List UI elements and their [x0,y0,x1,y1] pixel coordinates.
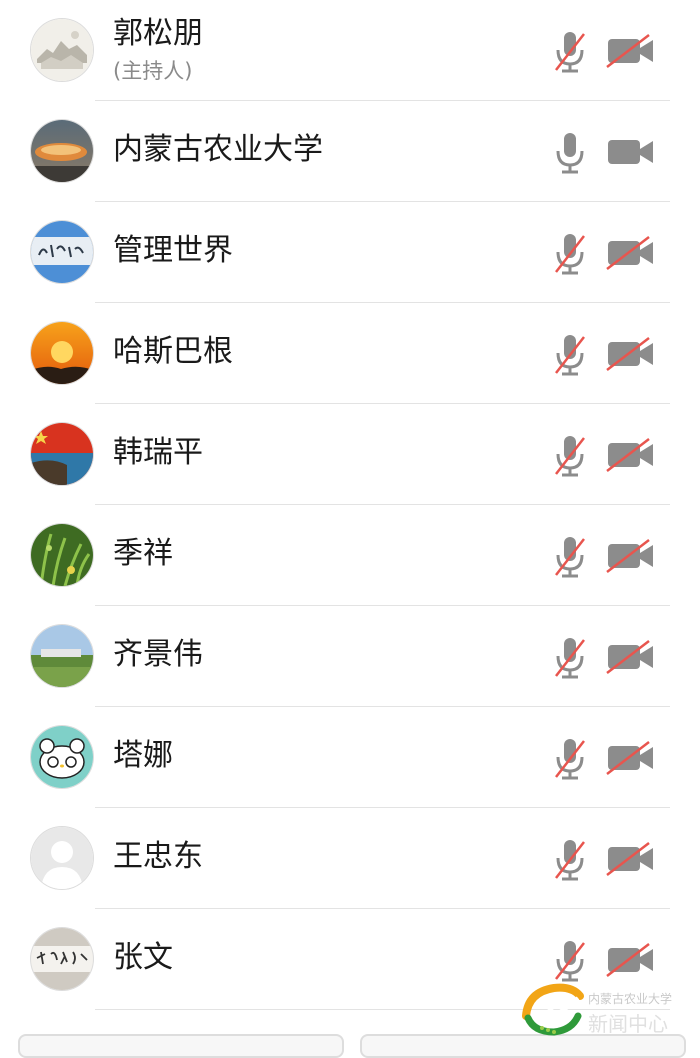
participant-name: 齐景伟 [113,637,203,672]
participant-row[interactable]: 季祥 [0,505,700,606]
participant-name: 塔娜 [113,738,173,773]
camera-off-icon[interactable] [605,235,657,271]
bottom-left-button[interactable] [18,1034,344,1058]
participant-name: 哈斯巴根 [113,334,233,369]
avatar [31,827,93,889]
avatar [31,322,93,384]
mic-muted-icon[interactable] [552,535,588,579]
camera-off-icon[interactable] [605,942,657,978]
camera-off-icon[interactable] [605,437,657,473]
avatar [31,19,93,81]
watermark-text: 内蒙古农业大学 [588,992,673,1006]
mic-muted-icon[interactable] [552,636,588,680]
participant-name: 王忠东 [113,839,203,874]
participant-row[interactable]: 管理世界 [0,202,700,303]
camera-icon[interactable] [605,134,657,170]
avatar [31,625,93,687]
camera-off-icon[interactable] [605,740,657,776]
watermark-text: 新闻中心 [588,1012,668,1036]
camera-off-icon[interactable] [605,33,657,69]
participant-row[interactable]: 内蒙古农业大学 [0,101,700,202]
avatar [31,726,93,788]
mic-muted-icon[interactable] [552,232,588,276]
mic-muted-icon[interactable] [552,30,588,74]
participant-name: 郭松朋 [113,16,203,51]
avatar [31,221,93,283]
participant-row[interactable]: 郭松朋 (主持人) [0,0,700,101]
mic-muted-icon[interactable] [552,434,588,478]
participant-name: 管理世界 [113,233,233,268]
mic-muted-icon[interactable] [552,333,588,377]
avatar [31,928,93,990]
participant-name: 内蒙古农业大学 [113,132,323,167]
camera-off-icon[interactable] [605,538,657,574]
camera-off-icon[interactable] [605,336,657,372]
avatar [31,120,93,182]
watermark-logo: 内蒙古农业大学 新闻中心 [520,980,700,1040]
participant-list: 郭松朋 (主持人) 内蒙古农业大学 管理世界 哈斯巴根 韩瑞平 季祥 齐景伟 塔… [0,0,700,1010]
avatar [31,423,93,485]
mic-icon[interactable] [552,131,588,175]
camera-off-icon[interactable] [605,639,657,675]
participant-row[interactable]: 塔娜 [0,707,700,808]
mic-muted-icon[interactable] [552,737,588,781]
participant-row[interactable]: 王忠东 [0,808,700,909]
participant-name: 张文 [113,940,173,975]
avatar [31,524,93,586]
mic-muted-icon[interactable] [552,939,588,983]
host-label: (主持人) [113,59,193,83]
participant-name: 韩瑞平 [113,435,203,470]
participant-name: 季祥 [113,536,173,571]
university-logo-icon [522,983,584,1036]
camera-off-icon[interactable] [605,841,657,877]
participant-row[interactable]: 哈斯巴根 [0,303,700,404]
mic-muted-icon[interactable] [552,838,588,882]
participant-row[interactable]: 韩瑞平 [0,404,700,505]
participant-row[interactable]: 齐景伟 [0,606,700,707]
